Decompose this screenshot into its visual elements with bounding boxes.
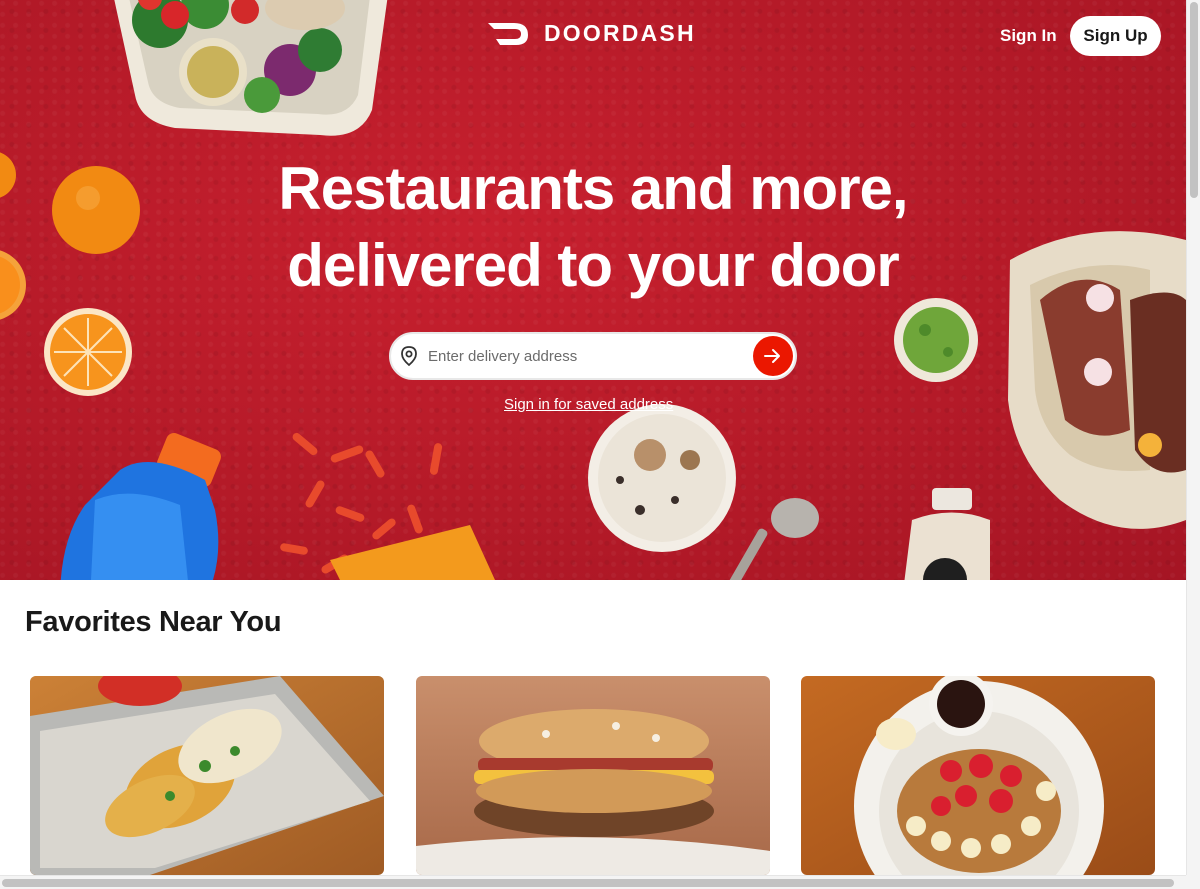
horizontal-scrollbar-thumb[interactable] (2, 879, 1174, 887)
salad-bowl-image (114, 0, 388, 136)
vertical-scrollbar[interactable] (1186, 0, 1200, 875)
arrow-right-icon (764, 349, 780, 363)
sign-in-link[interactable]: Sign In (996, 24, 1061, 48)
hero-banner: DOORDASH Sign In Sign Up Restaurants and… (0, 0, 1186, 580)
favorite-card[interactable] (801, 676, 1155, 875)
favorites-heading: Favorites Near You (25, 606, 282, 638)
horizontal-scrollbar[interactable] (0, 875, 1186, 889)
page: DOORDASH Sign In Sign Up Restaurants and… (0, 0, 1186, 875)
headline-line-2: delivered to your door (287, 232, 899, 299)
sports-drink-image (60, 433, 221, 580)
pancakes-photo (801, 676, 1155, 875)
location-pin-icon (398, 345, 420, 367)
hero-headline: Restaurants and more, delivered to your … (190, 150, 996, 304)
doordash-logo[interactable]: DOORDASH (486, 20, 696, 47)
saved-address-link[interactable]: Sign in for saved address (504, 396, 673, 413)
oranges-image (0, 152, 140, 396)
milk-bottle-image (904, 488, 990, 580)
sign-up-button[interactable]: Sign Up (1070, 16, 1161, 56)
vertical-scrollbar-thumb[interactable] (1190, 2, 1198, 198)
headline-line-1: Restaurants and more, (278, 155, 908, 222)
grilled-corn-photo (30, 676, 384, 875)
doordash-dash-icon (488, 22, 528, 45)
bagel-sandwich-photo (416, 676, 770, 875)
ice-cream-cup-image (588, 404, 736, 552)
tacos-container-image (1008, 231, 1186, 529)
submit-address-button[interactable] (753, 336, 793, 376)
delivery-address-input[interactable] (420, 334, 753, 378)
spoon-image (726, 498, 819, 580)
favorite-card[interactable] (30, 676, 384, 875)
logo-wordmark: DOORDASH (544, 20, 696, 46)
chip-bag-image (330, 525, 495, 580)
guacamole-cup-image (894, 298, 978, 382)
scrollbar-corner (1186, 875, 1200, 889)
favorite-card[interactable] (416, 676, 770, 875)
address-search-box[interactable] (389, 332, 797, 380)
